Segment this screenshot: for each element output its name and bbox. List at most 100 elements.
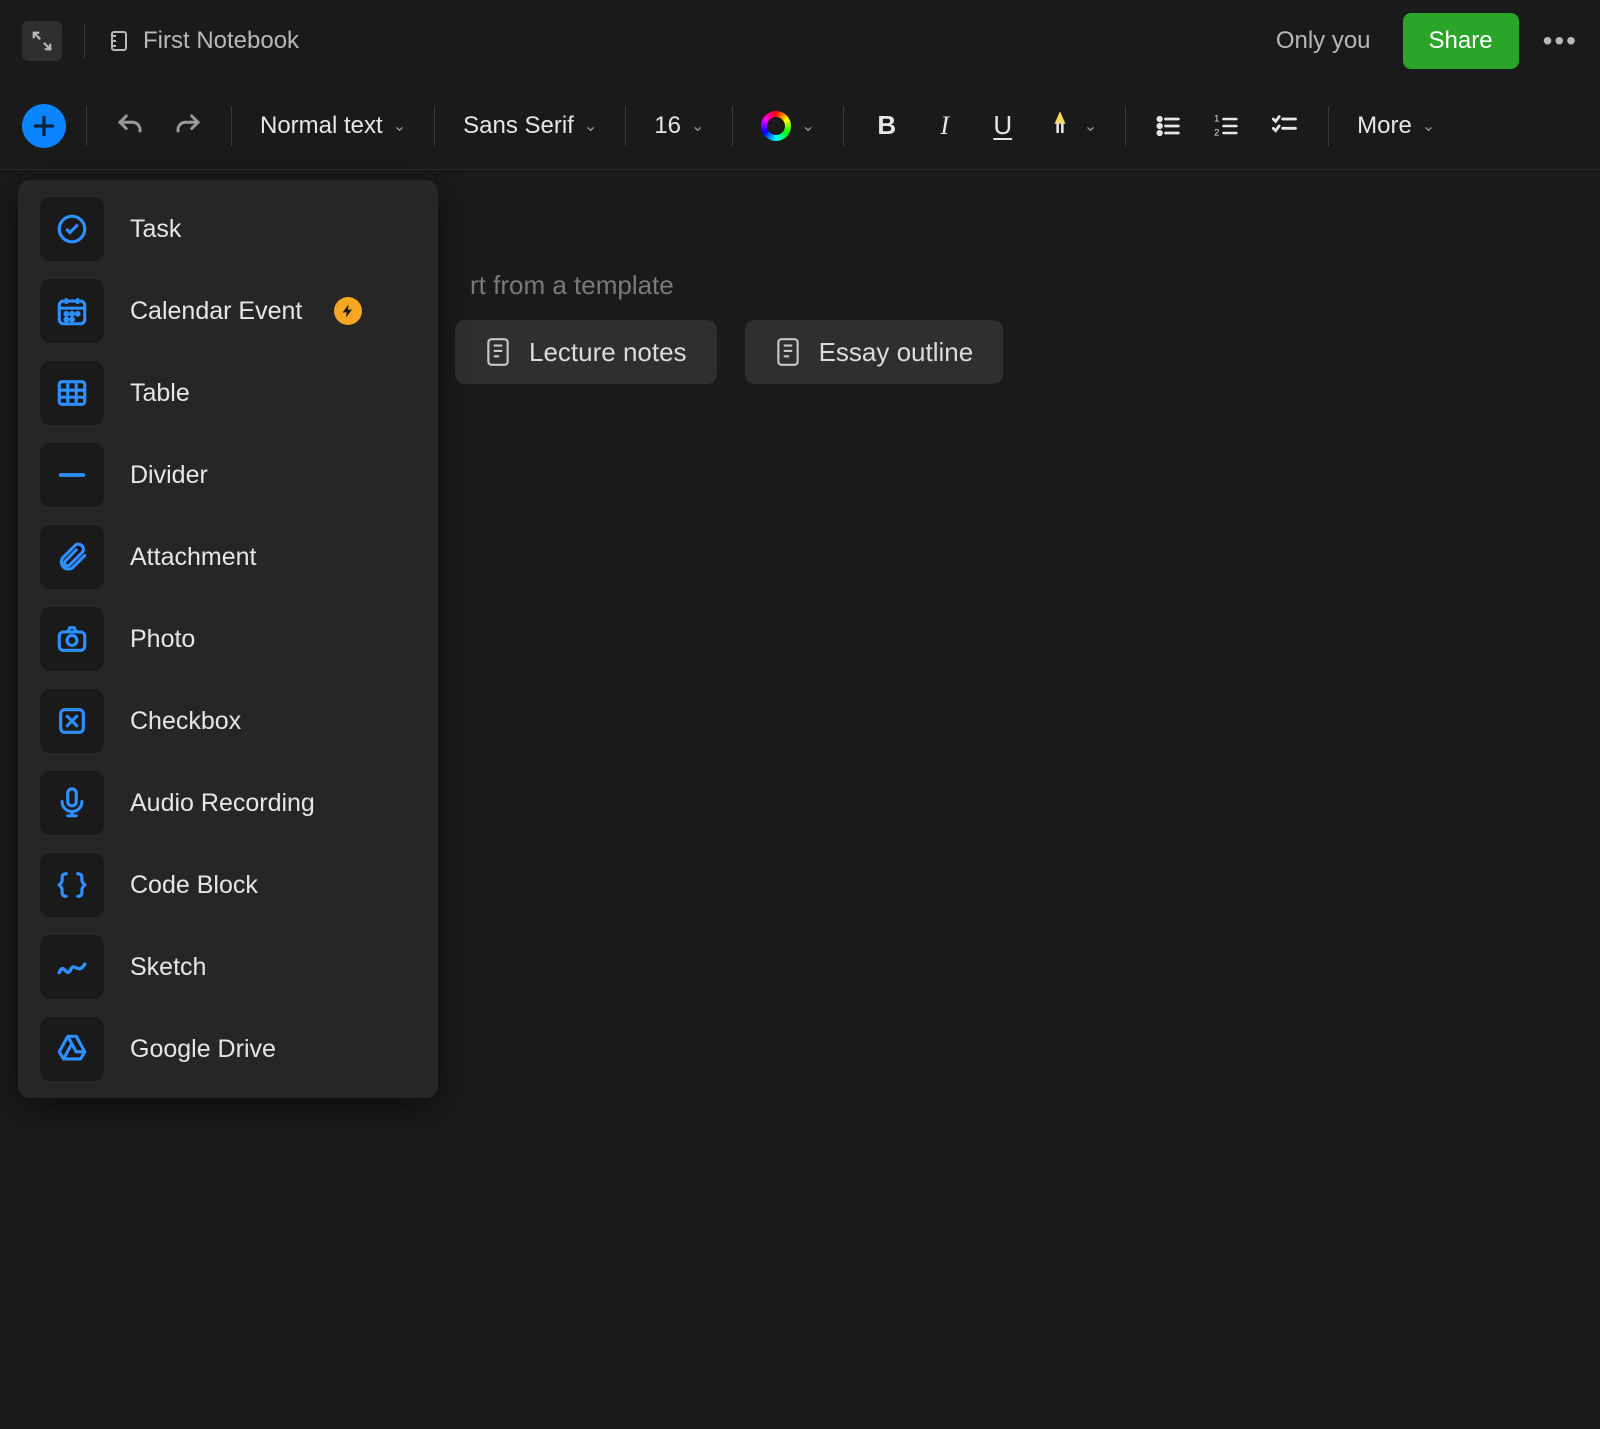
menu-item-label: Table [130, 379, 190, 408]
menu-item-attachment[interactable]: Attachment [32, 522, 424, 592]
menu-item-label: Attachment [130, 543, 256, 572]
expand-button[interactable] [22, 21, 62, 61]
chevron-down-icon: ⌄ [393, 116, 406, 136]
menu-item-table[interactable]: Table [32, 358, 424, 428]
highlight-select[interactable]: ⌄ [1038, 112, 1105, 140]
share-button[interactable]: Share [1403, 13, 1519, 69]
expand-icon [31, 30, 53, 52]
chevron-down-icon: ⌄ [691, 116, 704, 136]
font-size-value: 16 [654, 112, 681, 140]
checkbox-icon [40, 689, 104, 753]
text-color-select[interactable]: ⌄ [753, 111, 822, 141]
task-check-icon [40, 197, 104, 261]
italic-button[interactable]: I [922, 103, 968, 149]
underline-button[interactable]: U [980, 103, 1026, 149]
text-style-value: Normal text [260, 112, 383, 140]
divider-icon [40, 443, 104, 507]
template-chip-lecture-notes[interactable]: Lecture notes [455, 320, 717, 384]
menu-item-label: Code Block [130, 871, 258, 900]
bold-icon: B [877, 110, 896, 141]
chevron-down-icon: ⌄ [1084, 116, 1097, 136]
svg-text:1: 1 [1214, 113, 1219, 123]
menu-item-divider[interactable]: Divider [32, 440, 424, 510]
font-family-select[interactable]: Sans Serif ⌄ [455, 112, 605, 140]
undo-icon [115, 111, 145, 141]
menu-item-label: Calendar Event [130, 297, 302, 326]
chevron-down-icon: ⌄ [584, 116, 597, 136]
divider [732, 106, 733, 146]
more-label: More [1357, 112, 1412, 140]
menu-item-label: Photo [130, 625, 195, 654]
chip-label: Lecture notes [529, 337, 687, 368]
camera-icon [40, 607, 104, 671]
undo-button[interactable] [107, 103, 153, 149]
bullet-list-button[interactable] [1146, 103, 1192, 149]
menu-item-photo[interactable]: Photo [32, 604, 424, 674]
notebook-name: First Notebook [143, 27, 299, 55]
notebook-breadcrumb[interactable]: First Notebook [107, 27, 299, 55]
menu-item-code-block[interactable]: Code Block [32, 850, 424, 920]
chevron-down-icon: ⌄ [801, 116, 814, 136]
divider [84, 24, 85, 58]
more-formatting-select[interactable]: More ⌄ [1349, 112, 1443, 140]
menu-item-label: Sketch [130, 953, 206, 982]
notebook-icon [107, 29, 131, 53]
insert-menu: Task Calendar Event Table Divider Attach… [18, 180, 438, 1098]
menu-item-label: Task [130, 215, 181, 244]
menu-item-google-drive[interactable]: Google Drive [32, 1014, 424, 1084]
table-icon [40, 361, 104, 425]
font-family-value: Sans Serif [463, 112, 574, 140]
menu-item-task[interactable]: Task [32, 194, 424, 264]
divider [231, 106, 232, 146]
numbered-list-button[interactable]: 12 [1204, 103, 1250, 149]
bold-button[interactable]: B [864, 103, 910, 149]
menu-item-label: Google Drive [130, 1035, 276, 1064]
note-page-icon [775, 337, 801, 367]
template-chip-row: Lecture notes Essay outline [455, 320, 1003, 384]
divider [843, 106, 844, 146]
redo-icon [173, 111, 203, 141]
chip-label: Essay outline [819, 337, 974, 368]
highlighter-icon [1046, 112, 1074, 140]
visibility-label[interactable]: Only you [1276, 27, 1371, 55]
google-drive-icon [40, 1017, 104, 1081]
divider [434, 106, 435, 146]
toolbar: Normal text ⌄ Sans Serif ⌄ 16 ⌄ ⌄ B I U … [0, 82, 1600, 170]
menu-item-label: Checkbox [130, 707, 241, 736]
numbered-list-icon: 12 [1213, 112, 1241, 140]
divider [625, 106, 626, 146]
bullet-list-icon [1155, 112, 1183, 140]
divider [86, 106, 87, 146]
microphone-icon [40, 771, 104, 835]
divider [1328, 106, 1329, 146]
template-chip-essay-outline[interactable]: Essay outline [745, 320, 1004, 384]
text-style-select[interactable]: Normal text ⌄ [252, 112, 414, 140]
redo-button[interactable] [165, 103, 211, 149]
upgrade-badge [334, 297, 362, 325]
code-braces-icon [40, 853, 104, 917]
menu-item-label: Audio Recording [130, 789, 315, 818]
insert-button[interactable] [22, 104, 66, 148]
underline-icon: U [993, 110, 1012, 141]
menu-item-calendar-event[interactable]: Calendar Event [32, 276, 424, 346]
menu-item-label: Divider [130, 461, 208, 490]
menu-item-sketch[interactable]: Sketch [32, 932, 424, 1002]
chevron-down-icon: ⌄ [1422, 116, 1435, 136]
bolt-icon [340, 303, 356, 319]
more-actions-button[interactable]: ••• [1543, 25, 1578, 57]
svg-text:2: 2 [1214, 127, 1219, 137]
checklist-icon [1271, 112, 1299, 140]
plus-icon [31, 113, 57, 139]
italic-icon: I [940, 111, 949, 141]
note-page-icon [485, 337, 511, 367]
color-wheel-icon [761, 111, 791, 141]
calendar-icon [40, 279, 104, 343]
template-hint-text: rt from a template [470, 270, 674, 301]
menu-item-audio-recording[interactable]: Audio Recording [32, 768, 424, 838]
checklist-button[interactable] [1262, 103, 1308, 149]
divider [1125, 106, 1126, 146]
sketch-icon [40, 935, 104, 999]
menu-item-checkbox[interactable]: Checkbox [32, 686, 424, 756]
font-size-select[interactable]: 16 ⌄ [646, 112, 712, 140]
header-bar: First Notebook Only you Share ••• [0, 0, 1600, 82]
